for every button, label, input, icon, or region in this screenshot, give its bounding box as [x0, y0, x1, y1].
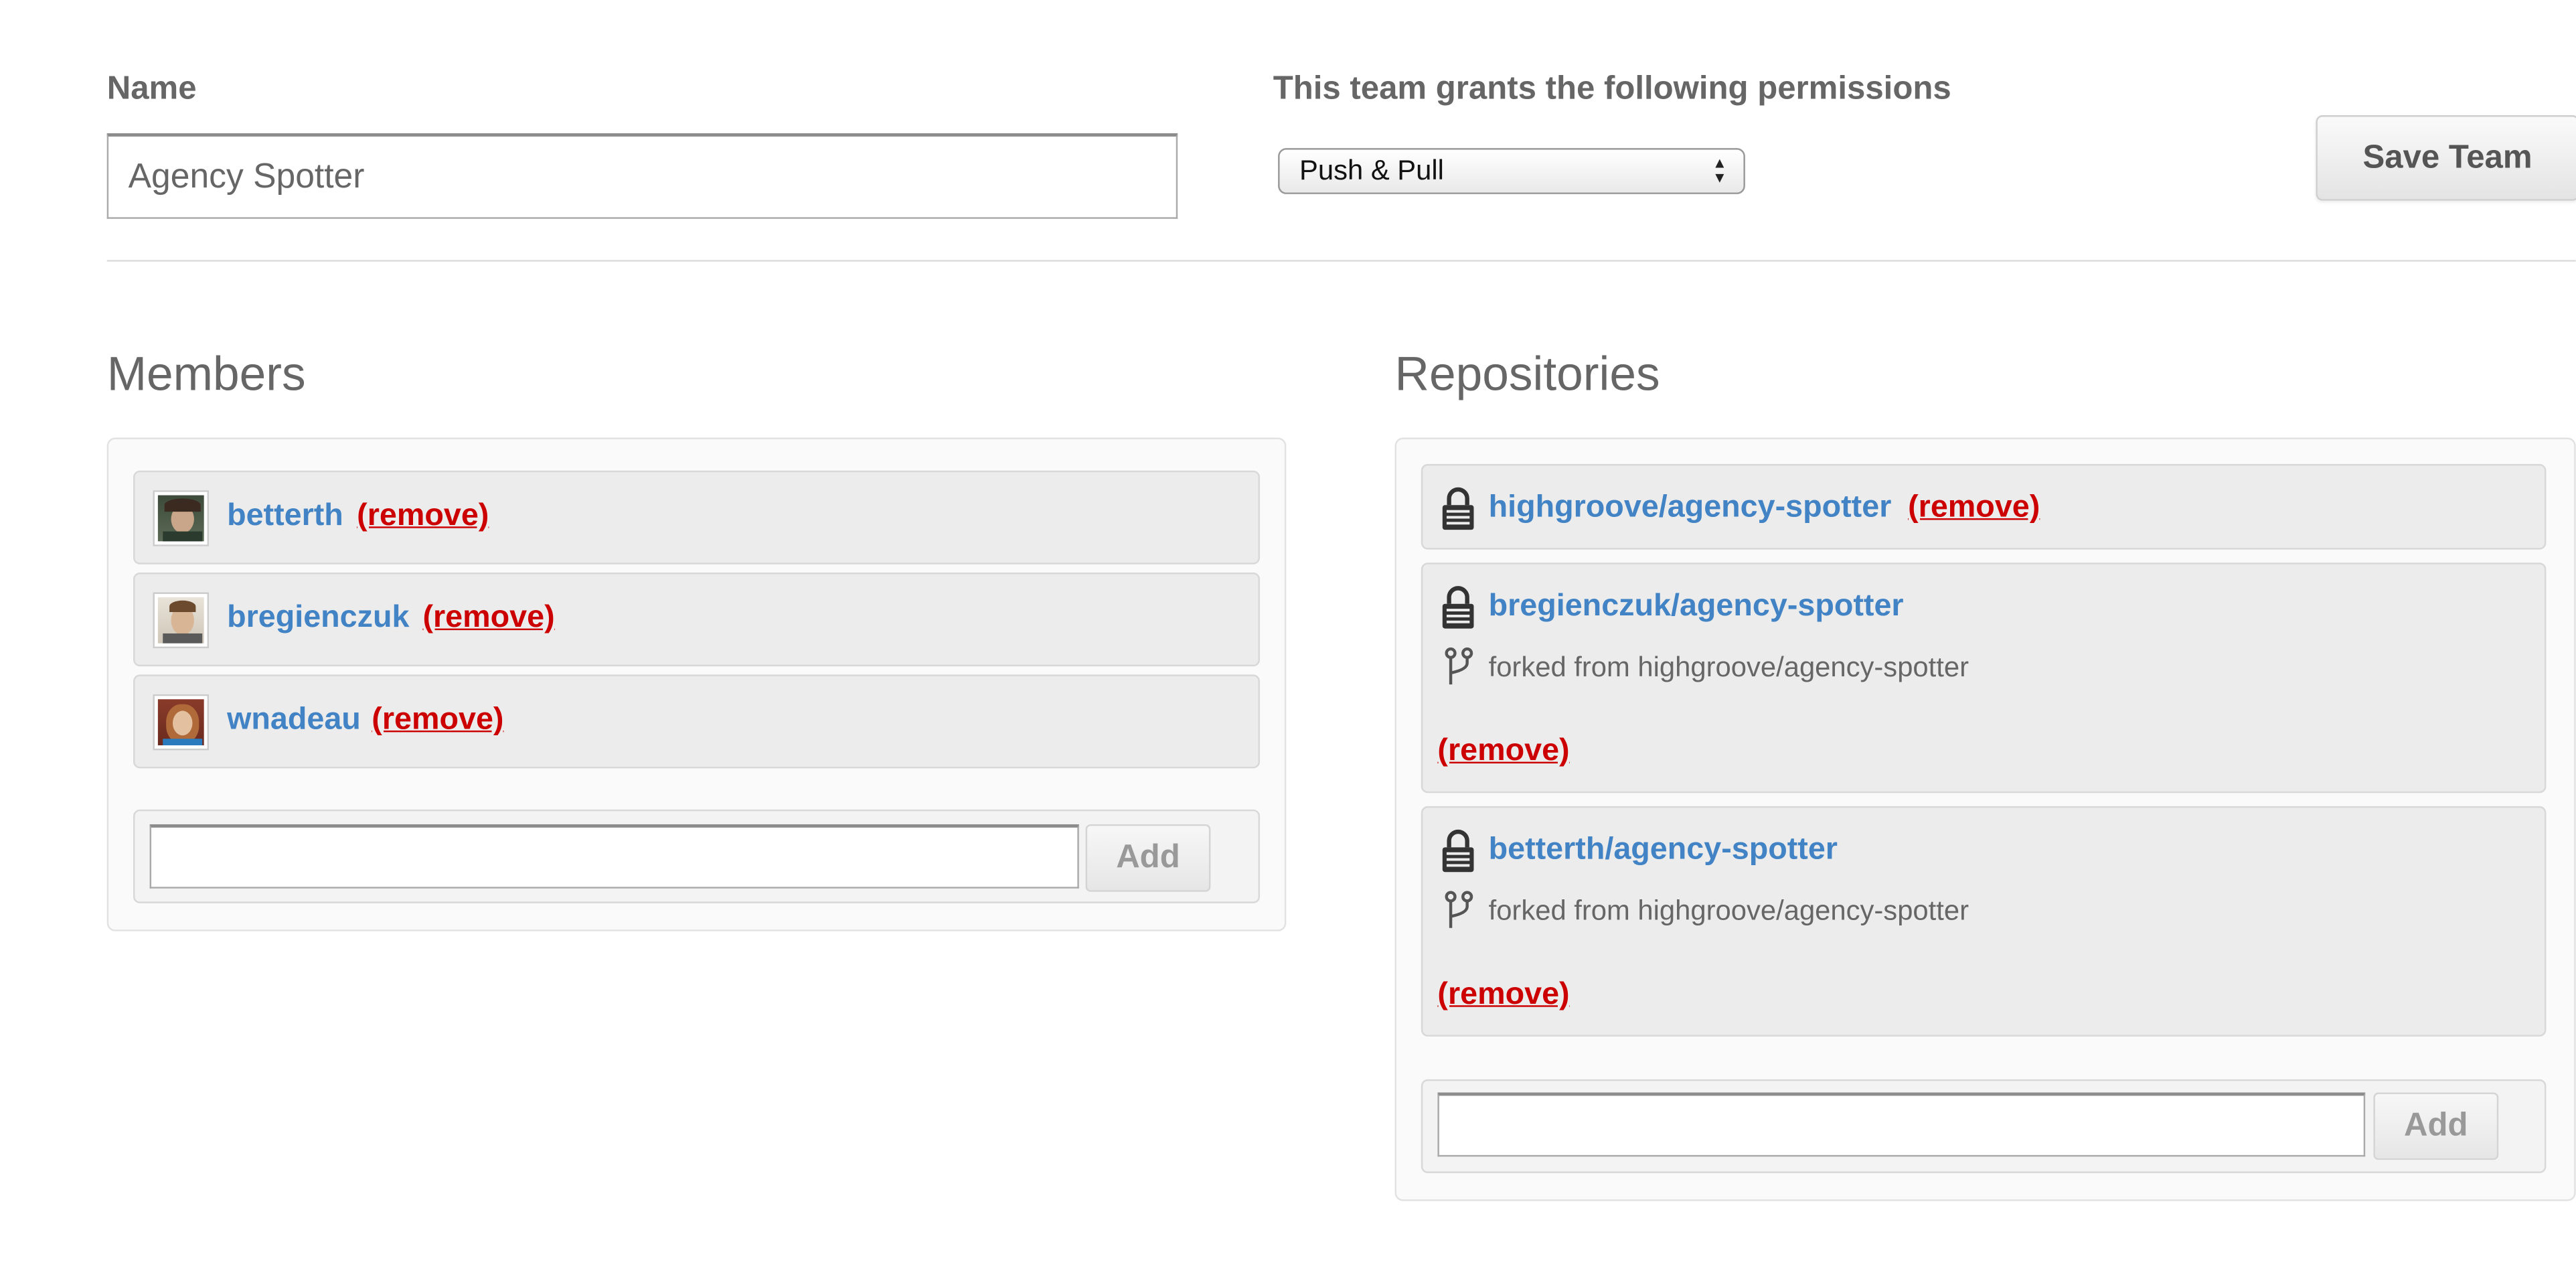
- remove-repository-link[interactable]: (remove): [1437, 977, 1569, 1013]
- repository-link[interactable]: bregienczuk/agency-spotter: [1489, 589, 1904, 625]
- fork-icon: [1445, 891, 1473, 928]
- repository-row: highgroove/agency-spotter (remove): [1421, 463, 2547, 550]
- repository-link[interactable]: highgroove/agency-spotter: [1489, 490, 1892, 526]
- member-username-link[interactable]: wnadeau: [227, 702, 361, 739]
- member-username-link[interactable]: betterth: [227, 498, 343, 534]
- lock-icon: [1442, 487, 1474, 530]
- members-title: Members: [106, 348, 306, 402]
- name-label: Name: [106, 70, 197, 107]
- remove-repository-link[interactable]: (remove): [1908, 490, 2040, 526]
- add-repository-button[interactable]: Add: [2373, 1092, 2499, 1160]
- fork-icon: [1445, 647, 1473, 685]
- repository-row: betterth/agency-spotter forked from high…: [1421, 806, 2547, 1037]
- lock-icon: [1442, 829, 1474, 873]
- divider: [106, 260, 2576, 262]
- member-username-link[interactable]: bregienczuk: [227, 601, 409, 637]
- forked-from-text: forked from highgroove/agency-spotter: [1488, 895, 1969, 927]
- save-team-button[interactable]: Save Team: [2316, 115, 2576, 201]
- permissions-select[interactable]: Push & Pull ▲ ▼: [1278, 148, 1745, 194]
- add-member-button[interactable]: Add: [1085, 824, 1211, 892]
- remove-member-link[interactable]: (remove): [357, 498, 489, 534]
- avatar[interactable]: [153, 592, 210, 649]
- member-row: betterth (remove): [133, 470, 1261, 565]
- avatar[interactable]: [153, 694, 210, 751]
- permissions-select-value: Push & Pull: [1299, 154, 1444, 186]
- avatar[interactable]: [153, 490, 210, 546]
- remove-member-link[interactable]: (remove): [422, 601, 554, 637]
- forked-from-text: forked from highgroove/agency-spotter: [1488, 651, 1969, 683]
- select-arrows-icon: ▲ ▼: [1712, 154, 1727, 186]
- repository-link[interactable]: betterth/agency-spotter: [1489, 832, 1838, 869]
- remove-member-link[interactable]: (remove): [372, 702, 503, 739]
- lock-icon: [1442, 586, 1474, 629]
- member-row: bregienczuk (remove): [133, 573, 1261, 667]
- add-repository-input[interactable]: [1437, 1092, 2366, 1157]
- repositories-title: Repositories: [1394, 348, 1660, 402]
- permissions-label: This team grants the following permissio…: [1273, 70, 1951, 107]
- team-name-input[interactable]: Agency Spotter: [106, 133, 1178, 219]
- member-row: wnadeau (remove): [133, 674, 1261, 769]
- add-member-row: Add: [133, 809, 1261, 903]
- add-repository-row: Add: [1421, 1079, 2547, 1173]
- add-member-input[interactable]: [149, 824, 1079, 889]
- remove-repository-link[interactable]: (remove): [1437, 734, 1569, 770]
- repository-row: bregienczuk/agency-spotter forked from h…: [1421, 562, 2547, 794]
